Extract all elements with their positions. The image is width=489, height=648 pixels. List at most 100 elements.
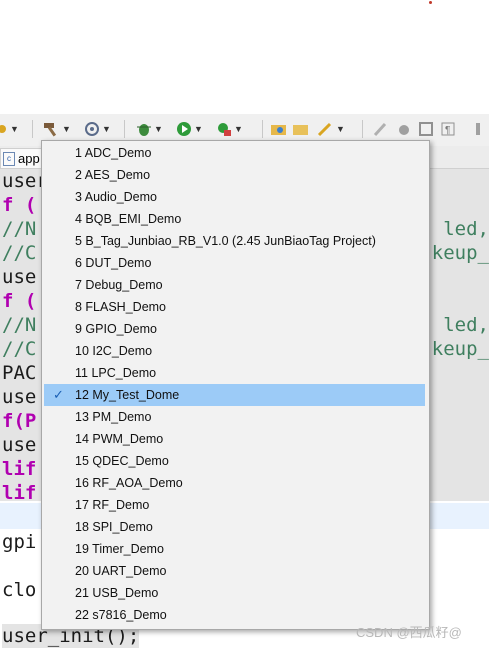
menu-item-label: 17 RF_Demo	[75, 498, 150, 512]
menu-item-label: 12 My_Test_Dome	[75, 388, 180, 402]
menu-item-label: 15 QDEC_Demo	[75, 454, 169, 468]
pilcrow-icon: ¶	[441, 122, 455, 136]
debug-button[interactable]: ▼	[136, 120, 163, 138]
code-line-tail: led,	[443, 218, 489, 240]
menu-item[interactable]: 13 PM_Demo	[44, 406, 425, 428]
toolbar-left-icon[interactable]: ▼	[0, 120, 19, 138]
code-line: lif	[2, 482, 37, 504]
code-line-tail: keup_	[431, 242, 489, 264]
menu-item[interactable]: 18 SPI_Demo	[44, 516, 425, 538]
code-line-tail: led,	[443, 314, 489, 336]
tool-icon	[476, 123, 480, 135]
code-line: use	[2, 386, 37, 408]
toolbar-separator	[124, 120, 125, 138]
menu-item-label: 6 DUT_Demo	[75, 256, 152, 270]
menu-item[interactable]: 21 USB_Demo	[44, 582, 425, 604]
build-hammer-button[interactable]: ▼	[42, 120, 71, 138]
toolbar-separator	[362, 120, 363, 138]
menu-item-label: 5 B_Tag_Junbiao_RB_V1.0 (2.45 JunBiaoTag…	[75, 234, 376, 248]
menu-item-label: 11 LPC_Demo	[75, 366, 157, 380]
menu-item[interactable]: 15 QDEC_Demo	[44, 450, 425, 472]
code-line: //N	[2, 314, 37, 336]
folder-icon	[271, 125, 286, 135]
menu-item[interactable]: 20 UART_Demo	[44, 560, 425, 582]
code-line: //N	[2, 218, 37, 240]
menu-item[interactable]: 9 GPIO_Demo	[44, 318, 425, 340]
build-configuration-menu: 1 ADC_Demo 2 AES_Demo 3 Audio_Demo 4 BQB_EM…	[41, 140, 430, 630]
more-tools-button[interactable]	[470, 120, 486, 138]
external-tool-icon	[218, 123, 231, 136]
menu-item-label: 21 USB_Demo	[75, 586, 159, 600]
highlight-icon	[399, 125, 409, 135]
menu-item-label: 20 UART_Demo	[75, 564, 167, 578]
menu-item[interactable]: 1 ADC_Demo	[44, 142, 425, 164]
toolbar-separator	[32, 120, 33, 138]
menu-item[interactable]: 4 BQB_EMI_Demo	[44, 208, 425, 230]
code-line: f (	[2, 290, 37, 312]
code-line: //C	[2, 338, 37, 360]
paragraph-button[interactable]: ¶	[440, 120, 456, 138]
menu-item-label: 2 AES_Demo	[75, 168, 151, 182]
play-icon	[177, 122, 191, 136]
block-icon	[419, 122, 433, 136]
open-folder-button[interactable]	[292, 120, 310, 138]
svg-text:¶: ¶	[445, 125, 450, 136]
code-line: //C	[2, 242, 37, 264]
code-line-clock: clo	[2, 579, 37, 601]
editor-tab-app[interactable]: c app	[0, 148, 46, 168]
bug-icon	[137, 124, 151, 136]
code-line-gpio: gpi	[2, 531, 37, 553]
mark-tool-button[interactable]	[396, 120, 412, 138]
menu-item[interactable]: 5 B_Tag_Junbiao_RB_V1.0 (2.45 JunBiaoTag…	[44, 230, 425, 252]
menu-item-label: 16 RF_AOA_Demo	[75, 476, 183, 490]
menu-item[interactable]: 8 FLASH_Demo	[44, 296, 425, 318]
code-line-tail: keup_	[431, 338, 489, 360]
menu-item-label: 4 BQB_EMI_Demo	[75, 212, 182, 226]
block-view-button[interactable]	[418, 120, 434, 138]
menu-item[interactable]: 7 Debug_Demo	[44, 274, 425, 296]
open-project-button[interactable]	[270, 120, 288, 138]
brush-icon	[317, 122, 332, 137]
edit-tool-button[interactable]	[372, 120, 388, 138]
menu-item-label: 14 PWM_Demo	[75, 432, 164, 446]
menu-item[interactable]: 16 RF_AOA_Demo	[44, 472, 425, 494]
menu-item-label: 3 Audio_Demo	[75, 190, 158, 204]
code-line: f(P	[2, 410, 37, 432]
menu-item[interactable]: ✓ 12 My_Test_Dome	[44, 384, 425, 406]
code-line: use	[2, 266, 37, 288]
red-dot-marker	[429, 1, 432, 4]
menu-item[interactable]: 2 AES_Demo	[44, 164, 425, 186]
menu-item[interactable]: 14 PWM_Demo	[44, 428, 425, 450]
menu-item[interactable]: 10 I2C_Demo	[44, 340, 425, 362]
menu-item-label: 1 ADC_Demo	[75, 146, 152, 160]
code-line: f (	[2, 194, 37, 216]
menu-item-label: 22 s7816_Demo	[75, 608, 167, 622]
pencil-icon	[373, 122, 387, 137]
watermark: CSDN @西瓜籽@	[356, 625, 462, 640]
external-tools-button[interactable]: ▼	[216, 120, 243, 138]
gear-target-icon	[85, 122, 99, 136]
menu-item[interactable]: 6 DUT_Demo	[44, 252, 425, 274]
toolbar-separator	[262, 120, 263, 138]
code-line: lif	[2, 458, 37, 480]
brush-tool-button[interactable]: ▼	[316, 120, 345, 138]
c-file-icon: c	[3, 151, 15, 166]
run-button[interactable]: ▼	[176, 120, 203, 138]
menu-item-label: 10 I2C_Demo	[75, 344, 153, 358]
menu-item-label: 13 PM_Demo	[75, 410, 152, 424]
menu-item[interactable]: 17 RF_Demo	[44, 494, 425, 516]
menu-item-label: 18 SPI_Demo	[75, 520, 153, 534]
menu-item[interactable]: 3 Audio_Demo	[44, 186, 425, 208]
check-icon: ✓	[53, 387, 64, 402]
editor-tab-label: app	[18, 151, 40, 166]
hammer-icon	[44, 123, 57, 137]
menu-item-label: 9 GPIO_Demo	[75, 322, 157, 336]
menu-item[interactable]: 19 Timer_Demo	[44, 538, 425, 560]
menu-item[interactable]: 11 LPC_Demo	[44, 362, 425, 384]
code-line: PAC	[2, 362, 37, 384]
menu-item-label: 7 Debug_Demo	[75, 278, 163, 292]
menu-item-label: 8 FLASH_Demo	[75, 300, 167, 314]
open-folder-icon	[293, 125, 308, 135]
target-settings-button[interactable]: ▼	[84, 120, 111, 138]
code-line: use	[2, 434, 37, 456]
